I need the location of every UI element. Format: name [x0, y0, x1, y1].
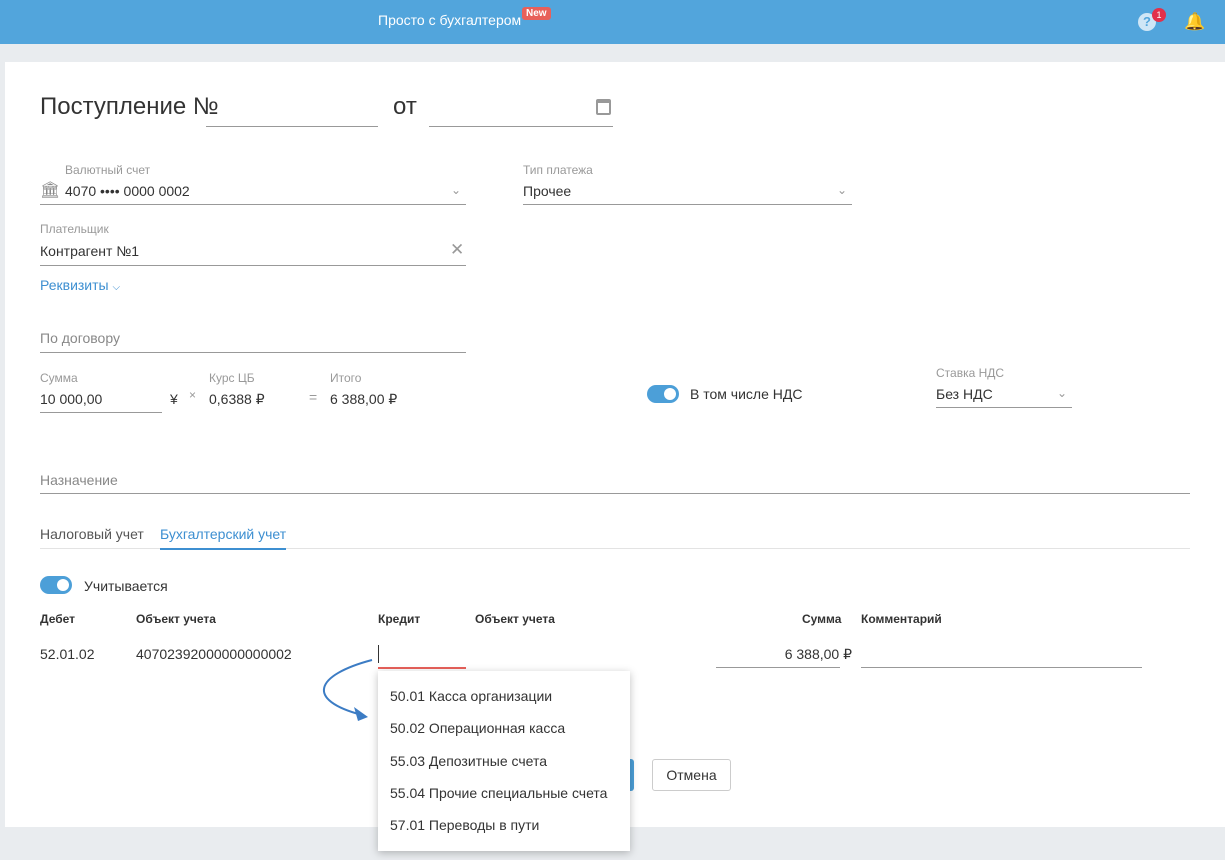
comment-input[interactable] [861, 667, 1142, 668]
debit-object-value: 40702392000000000002 [136, 646, 292, 662]
amount-label: Сумма [40, 371, 78, 385]
cancel-button[interactable]: Отмена [652, 759, 731, 791]
clear-icon[interactable]: ✕ [450, 240, 464, 260]
help-count-badge: 1 [1152, 8, 1166, 22]
accounted-label: Учитывается [84, 578, 168, 594]
arrow-annotation-icon [322, 659, 373, 721]
tab-bookkeeping[interactable]: Бухгалтерский учет [160, 526, 287, 550]
number-input[interactable] [206, 100, 378, 127]
rate-label: Курс ЦБ [209, 371, 255, 385]
chevron-down-icon[interactable]: ⌄ [837, 183, 847, 197]
page-title: Поступление № [40, 93, 219, 120]
vat-included-toggle[interactable] [647, 385, 679, 403]
column-header-credit: Кредит [378, 612, 421, 626]
dropdown-option[interactable]: 55.03 Депозитные счета [390, 753, 547, 769]
chevron-down-icon[interactable]: ⌄ [1057, 386, 1067, 400]
payer-input[interactable] [40, 265, 466, 266]
currency-account-value: 4070 •••• 0000 0002 [65, 183, 190, 199]
dropdown-option[interactable]: 55.04 Прочие специальные счета [390, 785, 607, 801]
total-value: 6 388,00 ₽ [330, 391, 398, 407]
debit-value: 52.01.02 [40, 646, 95, 662]
equals-icon: = [309, 389, 318, 405]
column-header-amount: Сумма [802, 612, 842, 626]
accounted-toggle[interactable] [40, 576, 72, 594]
requisites-link[interactable]: Реквизиты ⌵ [40, 277, 120, 293]
purpose-input[interactable] [40, 493, 1190, 494]
dropdown-option[interactable]: 57.01 Переводы в пути [390, 817, 539, 833]
payment-type-label: Тип платежа [523, 163, 593, 177]
vat-rate-label: Ставка НДС [936, 366, 1005, 380]
column-header-comment: Комментарий [861, 612, 942, 626]
row-amount-value[interactable]: 6 388,00 ₽ [716, 646, 852, 663]
amount-value[interactable]: 10 000,00 [40, 391, 102, 407]
rate-value: 0,6388 ₽ [209, 391, 265, 407]
requisites-label: Реквизиты [40, 277, 109, 293]
vat-included-label: В том числе НДС [690, 386, 803, 402]
purpose-placeholder: Назначение [40, 472, 118, 488]
calendar-icon[interactable] [596, 99, 611, 115]
dropdown-option[interactable]: 50.02 Операционная касса [390, 720, 565, 736]
vat-rate-value: Без НДС [936, 386, 993, 402]
date-input[interactable] [429, 100, 613, 127]
contract-placeholder: По договору [40, 330, 120, 346]
payment-type-select[interactable] [523, 204, 852, 205]
bell-icon[interactable]: 🔔 [1184, 12, 1205, 32]
top-bar [0, 0, 1225, 44]
bank-icon: 🏛 [40, 182, 61, 199]
total-label: Итого [330, 371, 362, 385]
chevron-down-icon[interactable]: ⌄ [451, 183, 461, 197]
from-label: от [393, 93, 417, 120]
new-badge: New [522, 7, 551, 20]
currency-account-label: Валютный счет [65, 163, 151, 177]
column-header-debit: Дебет [40, 612, 76, 626]
payer-label: Плательщик [40, 222, 109, 236]
brand-title[interactable]: Просто с бухгалтером [378, 12, 521, 28]
vat-rate-select[interactable] [936, 407, 1072, 408]
row-amount-input[interactable] [716, 667, 840, 668]
tab-tax-accounting[interactable]: Налоговый учет [40, 526, 144, 542]
payer-value[interactable]: Контрагент №1 [40, 243, 139, 259]
multiply-icon: × [189, 388, 197, 402]
amount-input[interactable] [40, 412, 162, 413]
currency-symbol: ¥ [170, 391, 178, 407]
credit-input[interactable] [378, 667, 466, 669]
column-header-credit-object: Объект учета [475, 612, 555, 626]
dropdown-option[interactable]: 50.01 Касса организации [390, 688, 552, 704]
column-header-debit-object: Объект учета [136, 612, 216, 626]
payment-type-value: Прочее [523, 183, 572, 199]
chevron-down-icon: ⌵ [112, 282, 121, 293]
currency-account-select[interactable] [40, 204, 466, 205]
contract-input[interactable] [40, 352, 466, 353]
